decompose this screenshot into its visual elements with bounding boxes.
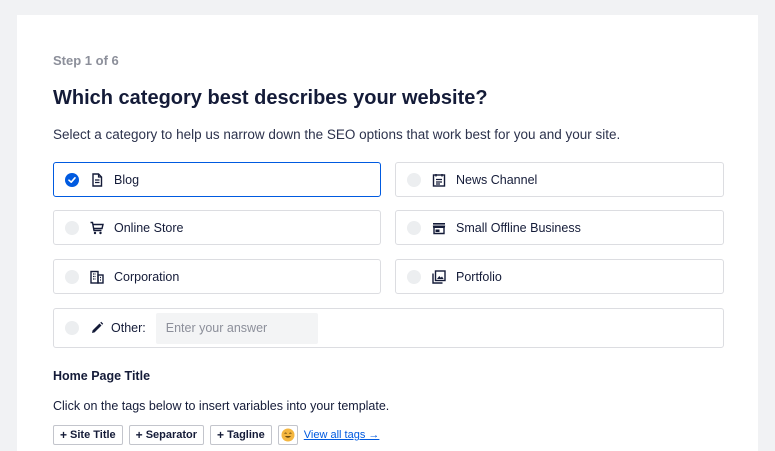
category-option-other[interactable]: Other: [53, 308, 724, 348]
category-label: Online Store [114, 220, 184, 235]
radio-unchecked-icon[interactable] [65, 321, 79, 335]
home-page-title-heading: Home Page Title [53, 369, 151, 383]
category-option-online-store[interactable]: Online Store [53, 210, 381, 245]
emoji-picker-button[interactable] [277, 425, 298, 445]
plus-icon: + [60, 428, 68, 442]
smiley-emoji-icon [281, 428, 295, 442]
view-all-tags-link[interactable]: View all tags → [304, 429, 380, 441]
wizard-card: Step 1 of 6 Which category best describe… [17, 15, 758, 451]
category-option-small-offline-business[interactable]: Small Offline Business [395, 210, 724, 245]
building-icon [89, 269, 105, 285]
category-option-news-channel[interactable]: News Channel [395, 162, 724, 197]
home-page-title-description: Click on the tags below to insert variab… [53, 399, 390, 413]
tag-label: Site Title [70, 429, 116, 441]
storefront-icon [431, 220, 447, 236]
document-icon [89, 172, 105, 188]
plus-icon: + [217, 428, 225, 442]
pencil-icon [89, 320, 105, 336]
plus-icon: + [135, 428, 143, 442]
radio-unchecked-icon[interactable] [407, 269, 421, 284]
other-label: Other: [111, 321, 146, 335]
category-label: News Channel [456, 172, 538, 187]
category-label: Blog [114, 172, 140, 187]
tag-tagline-button[interactable]: + Tagline [210, 425, 272, 445]
category-label: Small Offline Business [456, 220, 581, 235]
radio-unchecked-icon[interactable] [407, 220, 421, 235]
cart-icon [89, 220, 105, 236]
tag-toolbar: + Site Title + Separator + Tagline View … [53, 425, 379, 445]
radio-checked-icon[interactable] [65, 172, 79, 187]
other-answer-input[interactable] [155, 312, 318, 344]
tag-label: Separator [145, 429, 198, 441]
gallery-icon [431, 269, 447, 285]
page-title: Which category best describes your websi… [53, 87, 488, 109]
category-option-portfolio[interactable]: Portfolio [395, 259, 724, 294]
step-indicator: Step 1 of 6 [53, 53, 119, 68]
radio-unchecked-icon[interactable] [65, 220, 79, 235]
category-option-corporation[interactable]: Corporation [53, 259, 381, 294]
radio-unchecked-icon[interactable] [65, 269, 79, 284]
tag-site-title-button[interactable]: + Site Title [53, 425, 123, 445]
category-label: Corporation [114, 269, 180, 284]
radio-unchecked-icon[interactable] [407, 172, 421, 187]
category-option-blog[interactable]: Blog [53, 162, 381, 197]
page-subtitle: Select a category to help us narrow down… [53, 127, 621, 142]
tag-separator-button[interactable]: + Separator [128, 425, 205, 445]
newspaper-icon [431, 172, 447, 188]
category-label: Portfolio [456, 269, 502, 284]
tag-label: Tagline [227, 429, 265, 441]
